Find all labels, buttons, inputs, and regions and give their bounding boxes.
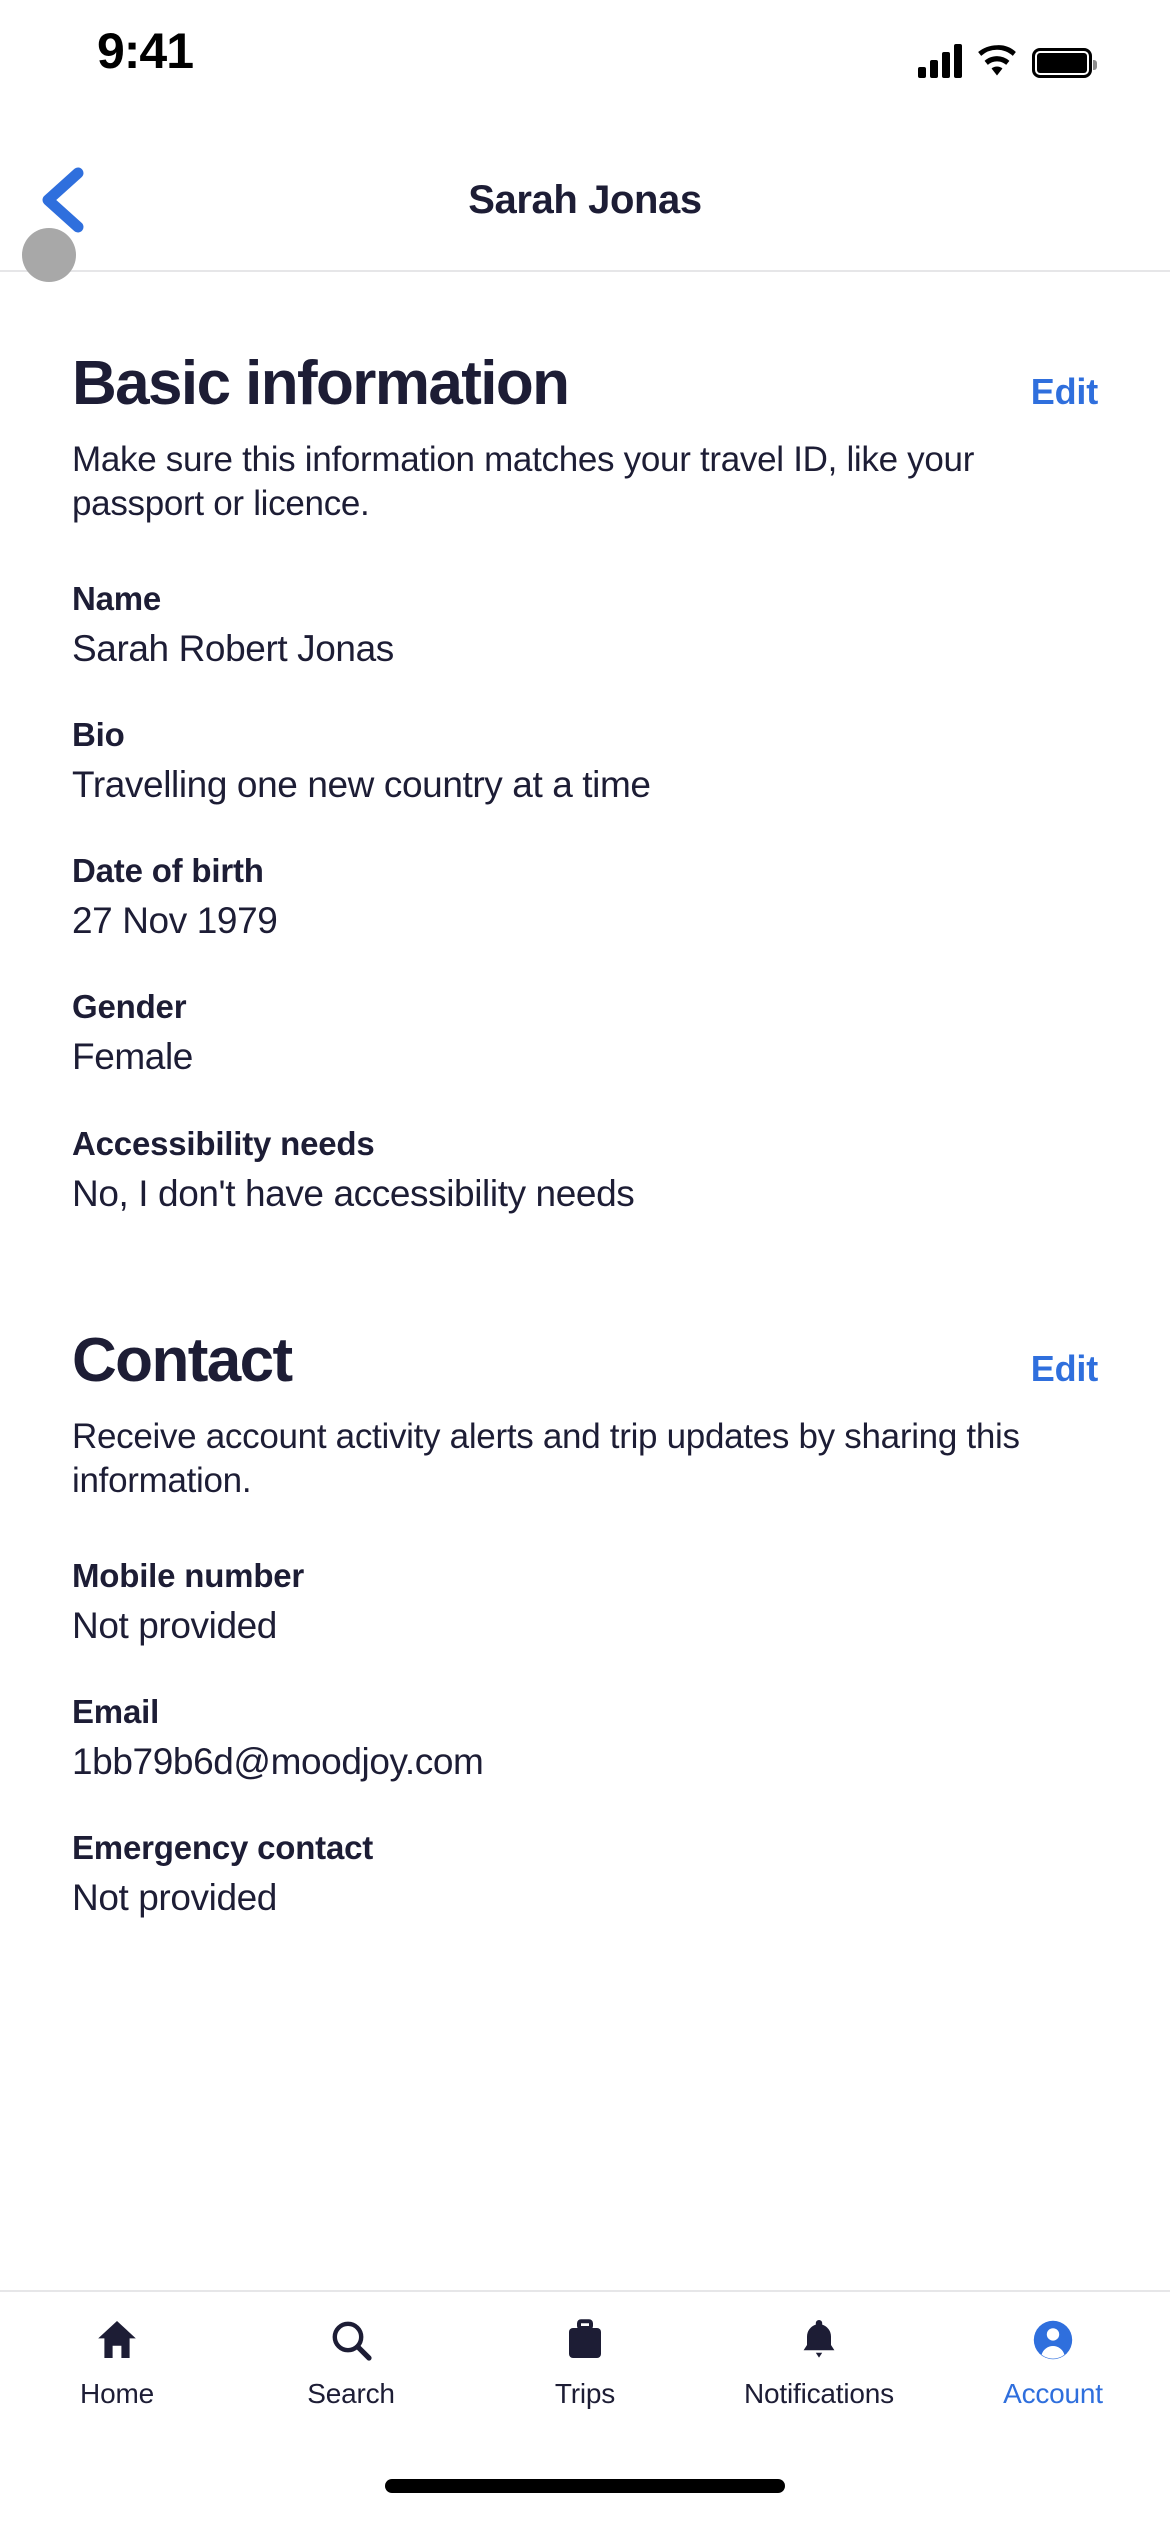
- wifi-icon: [978, 45, 1016, 76]
- tab-label: Trips: [554, 2378, 616, 2409]
- tab-label: Home: [80, 2378, 154, 2409]
- field-gender: Gender Female: [72, 986, 1098, 1080]
- profile-content: Basic information Edit Make sure this in…: [0, 272, 1170, 2290]
- section-header: Contact Edit: [72, 1325, 1098, 1395]
- touch-cursor-indicator: [22, 228, 76, 282]
- search-icon: [327, 2314, 375, 2366]
- field-bio: Bio Travelling one new country at a time: [72, 714, 1098, 808]
- status-indicators: [918, 42, 1097, 78]
- home-indicator-area: [0, 2440, 1170, 2532]
- field-label: Gender: [72, 988, 187, 1026]
- field-value: Not provided: [72, 1604, 277, 1646]
- account-person-icon: [1029, 2314, 1077, 2366]
- page-title: Sarah Jonas: [468, 177, 702, 222]
- field-date-of-birth: Date of birth 27 Nov 1979: [72, 850, 1098, 944]
- field-email: Email 1bb79b6d@moodjoy.com: [72, 1691, 1098, 1785]
- tab-label: Account: [1003, 2378, 1103, 2409]
- tab-notifications[interactable]: Notifications: [702, 2314, 936, 2410]
- field-accessibility-needs: Accessibility needs No, I don't have acc…: [72, 1123, 1098, 1217]
- edit-basic-information-button[interactable]: Edit: [1031, 371, 1098, 413]
- status-bar: 9:41: [0, 0, 1170, 130]
- field-list: Mobile number Not provided Email 1bb79b6…: [72, 1555, 1098, 1922]
- field-label: Date of birth: [72, 852, 264, 890]
- section-description: Receive account activity alerts and trip…: [72, 1417, 1020, 1500]
- section-header: Basic information Edit: [72, 349, 1098, 418]
- field-mobile-number: Mobile number Not provided: [72, 1555, 1098, 1649]
- section-title: Basic information: [72, 349, 570, 418]
- home-indicator[interactable]: [385, 2479, 785, 2493]
- home-icon: [93, 2314, 141, 2366]
- tab-label: Notifications: [744, 2378, 894, 2409]
- section-description: Make sure this information matches your …: [72, 440, 975, 523]
- field-value: Not provided: [72, 1877, 277, 1919]
- signal-bars-icon: [918, 42, 962, 78]
- field-label: Emergency contact: [72, 1829, 374, 1867]
- field-emergency-contact: Emergency contact Not provided: [72, 1827, 1098, 1921]
- chevron-left-icon: [42, 167, 84, 233]
- status-time: 9:41: [96, 23, 194, 79]
- field-value: No, I don't have accessibility needs: [72, 1172, 635, 1214]
- tab-home[interactable]: Home: [0, 2314, 234, 2410]
- navigation-bar: Sarah Jonas: [0, 130, 1170, 282]
- tab-account[interactable]: Account: [936, 2314, 1170, 2410]
- field-label: Mobile number: [72, 1556, 305, 1594]
- field-name: Name Sarah Robert Jonas: [72, 578, 1098, 672]
- field-value: Female: [72, 1036, 193, 1078]
- section-title: Contact: [72, 1325, 293, 1395]
- field-value: 1bb79b6d@moodjoy.com: [72, 1740, 484, 1782]
- field-label: Accessibility needs: [72, 1124, 375, 1162]
- bottom-tab-bar: Home Search Trips Notifications Account: [0, 2290, 1170, 2440]
- suitcase-icon: [561, 2314, 609, 2366]
- phone-screen: 9:41 Sarah Jonas Basic information Edit …: [0, 0, 1170, 2532]
- battery-full-icon: [1032, 48, 1097, 78]
- section-basic-information: Basic information Edit Make sure this in…: [72, 272, 1098, 1217]
- field-label: Name: [72, 579, 162, 617]
- field-value: Sarah Robert Jonas: [72, 627, 394, 669]
- field-value: Travelling one new country at a time: [72, 763, 651, 805]
- field-list: Name Sarah Robert Jonas Bio Travelling o…: [72, 578, 1098, 1217]
- edit-contact-button[interactable]: Edit: [1031, 1348, 1098, 1390]
- bell-icon: [795, 2314, 843, 2366]
- tab-search[interactable]: Search: [234, 2314, 468, 2410]
- field-label: Bio: [72, 715, 125, 753]
- field-value: 27 Nov 1979: [72, 900, 278, 942]
- tab-label: Search: [307, 2378, 395, 2409]
- tab-trips[interactable]: Trips: [468, 2314, 702, 2410]
- field-label: Email: [72, 1692, 160, 1730]
- section-contact: Contact Edit Receive account activity al…: [72, 1325, 1098, 1922]
